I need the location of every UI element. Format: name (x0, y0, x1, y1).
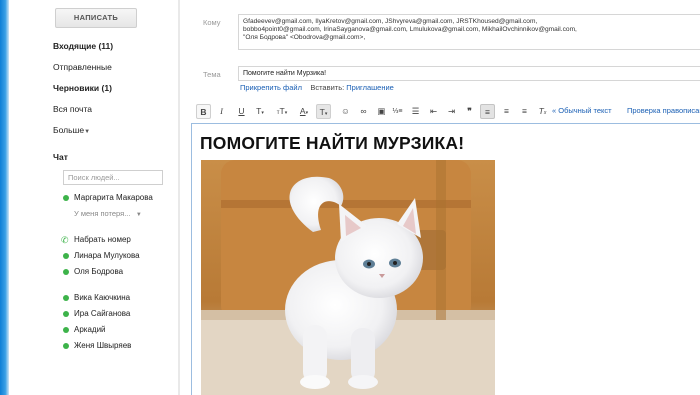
sidebar: НАПИСАТЬ Входящие (11) Отправленные Черн… (9, 0, 179, 395)
contact-name: Вика Каючкина (74, 293, 131, 302)
indent-less-icon[interactable]: ⇤ (426, 104, 441, 119)
remove-formatting-icon[interactable]: Tx (535, 104, 550, 119)
quote-icon[interactable]: ❞ (462, 104, 477, 119)
nav-item-drafts[interactable]: Черновики (1) (53, 80, 173, 101)
recipient-line: "Оля Бодрова" <Obodrova@gmail.com>, (243, 34, 366, 42)
status-message[interactable]: У меня потеря... ▼ (61, 206, 186, 222)
online-status-icon (63, 295, 69, 301)
plain-text-link[interactable]: « Обычный текст (552, 106, 612, 115)
align-right-icon[interactable]: ≡ (517, 104, 532, 119)
attach-row: Прикрепить файл Вставить: Приглашение (240, 83, 394, 92)
emoji-icon[interactable]: ☺ (338, 104, 353, 119)
message-headline: ПОМОГИТЕ НАЙТИ МУРЗИКА! (200, 133, 465, 153)
contact-item[interactable]: Ира Сайганова (61, 306, 186, 322)
contact-name: Маргарита Макарова (74, 193, 153, 202)
insert-label: Вставить: (310, 83, 345, 92)
online-status-icon (63, 253, 69, 259)
align-left-icon[interactable]: ≡ (480, 104, 495, 119)
indent-more-icon[interactable]: ⇥ (444, 104, 459, 119)
caret-down-icon: ▼ (132, 212, 142, 218)
underline-icon[interactable]: U (234, 104, 249, 119)
text-color-icon[interactable]: A▾ (296, 104, 312, 119)
contact-item[interactable]: Линара Мулукова (61, 248, 186, 264)
caret-down-icon: ▼ (84, 129, 91, 135)
chat-contacts: Маргарита Макарова У меня потеря... ▼ ✆ … (61, 190, 186, 354)
kitten-photo[interactable] (201, 160, 495, 395)
link-icon[interactable]: ∞ (356, 104, 371, 119)
nav-item-sent[interactable]: Отправленные (53, 59, 173, 80)
contact-item[interactable]: Маргарита Макарова (61, 190, 186, 206)
contact-name: Линара Мулукова (74, 251, 140, 260)
to-field[interactable]: Gfadeevev@gmail.com, IlyaKretov@gmail.co… (238, 14, 700, 50)
contact-item[interactable]: Аркадий (61, 322, 186, 338)
recipient-line: Gfadeevev@gmail.com, IlyaKretov@gmail.co… (243, 18, 538, 25)
nav-item-inbox[interactable]: Входящие (11) (53, 38, 173, 59)
numbered-list-icon[interactable]: ⅓≡ (390, 104, 405, 119)
recipient-line: bobbo4point0@gmail.com, IrinaSayganova@g… (243, 26, 577, 34)
invitation-link[interactable]: Приглашение (346, 83, 394, 92)
dial-number-item[interactable]: ✆ Набрать номер (61, 232, 186, 248)
phone-icon: ✆ (61, 235, 69, 245)
contact-item[interactable]: Женя Швыряев (61, 338, 186, 354)
subject-field[interactable]: Помогите найти Мурзика! (238, 66, 700, 81)
spellcheck-link[interactable]: Проверка правописания (627, 106, 700, 115)
online-status-icon (63, 327, 69, 333)
contact-name: Оля Бодрова (74, 267, 124, 276)
subject-label: Тема (203, 70, 221, 79)
bold-icon[interactable]: B (196, 104, 211, 119)
status-message-text: У меня потеря... (74, 209, 131, 218)
highlight-color-icon[interactable]: T▾ (316, 104, 331, 119)
chat-title: Чат (53, 152, 68, 162)
font-family-icon[interactable]: T▾ (252, 104, 268, 119)
nav-item-more[interactable]: Больше▼ (53, 122, 173, 143)
to-label: Кому (203, 18, 221, 27)
align-center-icon[interactable]: ≡ (499, 104, 514, 119)
contact-name: Женя Швыряев (74, 341, 132, 350)
online-status-icon (63, 269, 69, 275)
compose-button[interactable]: НАПИСАТЬ (55, 8, 137, 28)
message-editor[interactable]: ПОМОГИТЕ НАЙТИ МУРЗИКА! (191, 123, 700, 395)
kitten-photo-art (201, 160, 495, 395)
italic-icon[interactable]: I (214, 104, 229, 119)
online-status-icon (63, 343, 69, 349)
contact-item[interactable]: Оля Бодрова (61, 264, 186, 280)
online-status-icon (63, 195, 69, 201)
chat-search-input[interactable]: Поиск людей... (63, 170, 163, 185)
font-size-icon[interactable]: тT▾ (272, 104, 292, 119)
attach-file-link[interactable]: Прикрепить файл (240, 83, 302, 92)
image-icon[interactable]: ▣ (374, 104, 389, 119)
nav-item-all-mail[interactable]: Вся почта (53, 101, 173, 122)
panel-divider (178, 0, 180, 395)
nav-item-more-label: Больше (53, 125, 85, 135)
dial-number-label: Набрать номер (74, 235, 131, 244)
formatting-toolbar: B I U T▾ тT▾ A▾ T▾ ☺ ∞ ▣ ⅓≡ ☰ ⇤ ⇥ ❞ ≡ ≡ … (190, 102, 700, 122)
bulleted-list-icon[interactable]: ☰ (408, 104, 423, 119)
screen-edge (0, 0, 9, 395)
mail-nav: Входящие (11) Отправленные Черновики (1)… (53, 38, 173, 143)
contact-name: Аркадий (74, 325, 106, 334)
online-status-icon (63, 311, 69, 317)
contact-name: Ира Сайганова (74, 309, 131, 318)
contact-item[interactable]: Вика Каючкина (61, 290, 186, 306)
